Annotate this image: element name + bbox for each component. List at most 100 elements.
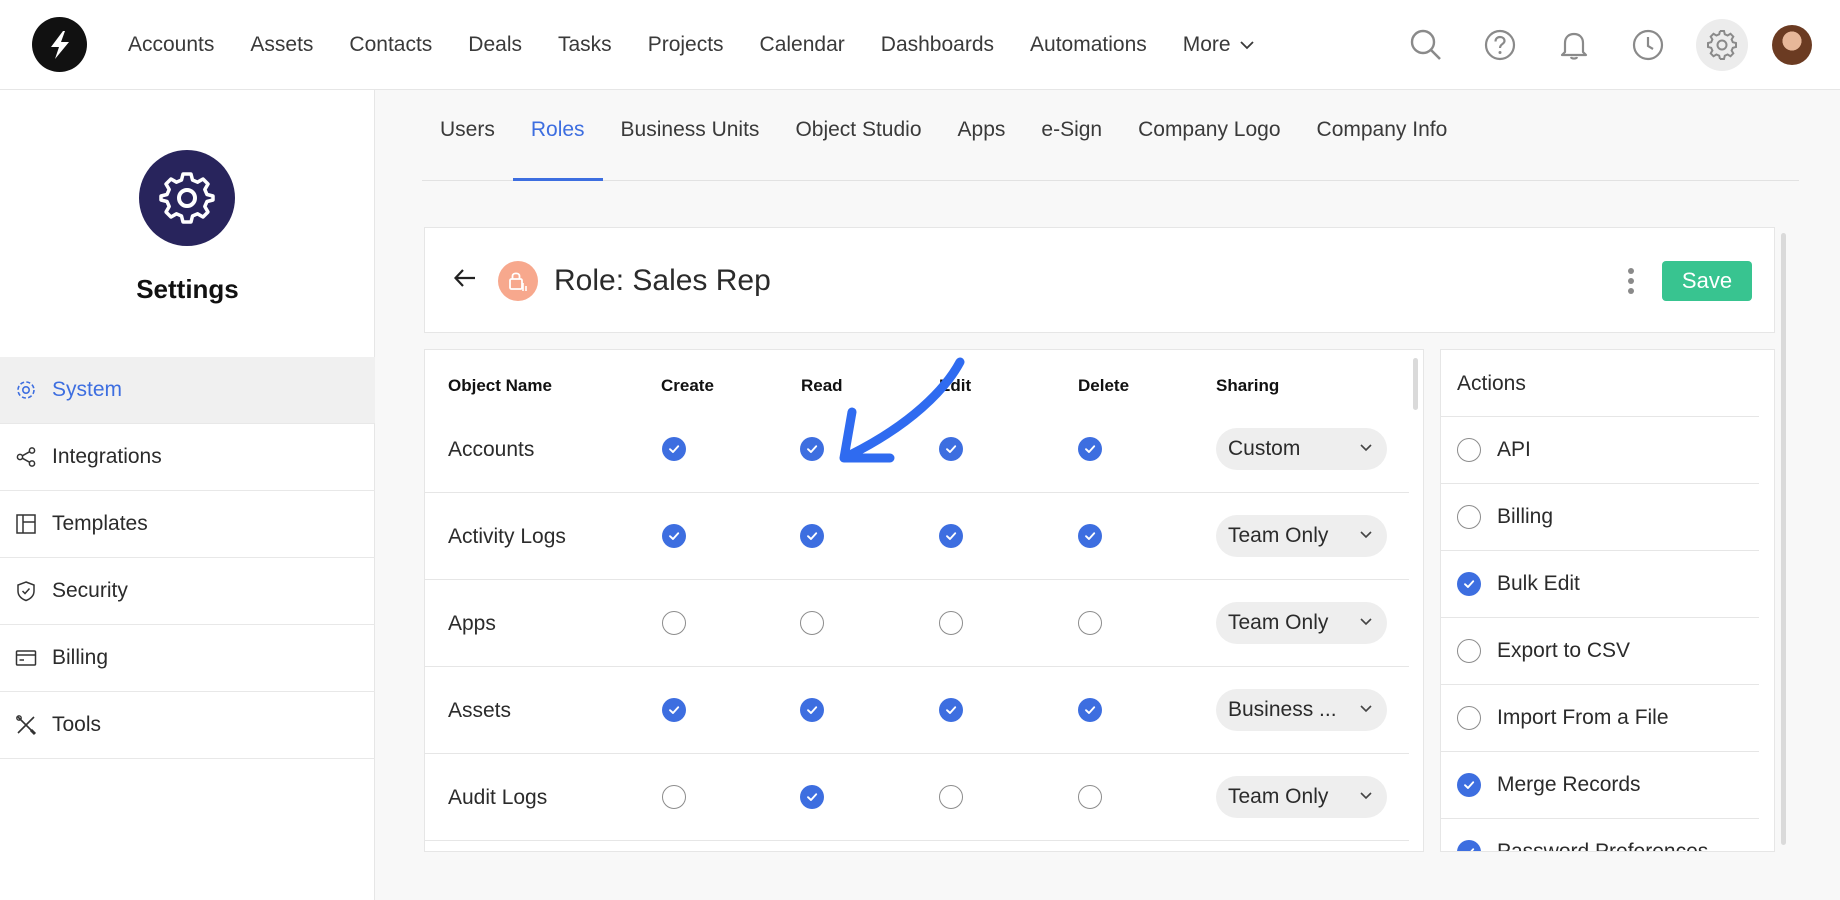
sidebar-item-system[interactable]: System: [0, 357, 375, 424]
search-icon: [1410, 29, 1441, 60]
table-row: Activity Logs Team Only: [425, 493, 1409, 580]
action-checkbox[interactable]: [1457, 438, 1481, 462]
action-checkbox[interactable]: [1457, 706, 1481, 730]
create-permission-checkbox[interactable]: [662, 785, 686, 809]
action-checkbox[interactable]: [1457, 505, 1481, 529]
sharing-select[interactable]: Team Only: [1216, 776, 1387, 818]
edit-permission-checkbox[interactable]: [939, 785, 963, 809]
tab-object-studio[interactable]: Object Studio: [777, 90, 939, 180]
sharing-select[interactable]: Custom: [1216, 428, 1387, 470]
user-avatar[interactable]: [1772, 25, 1812, 65]
gear-icon: [159, 172, 215, 224]
tab-e-sign[interactable]: e-Sign: [1023, 90, 1120, 180]
help-button[interactable]: [1474, 19, 1526, 71]
table-row: Accounts Custom: [425, 406, 1409, 493]
nav-more-menu[interactable]: More: [1183, 33, 1255, 57]
action-label: Merge Records: [1497, 773, 1641, 796]
sidebar-item-templates[interactable]: Templates: [0, 491, 375, 558]
gear-icon: [14, 378, 38, 402]
sidebar-item-label: Security: [52, 579, 128, 602]
chevron-down-icon: [1360, 444, 1372, 452]
read-permission-checkbox[interactable]: [800, 524, 824, 548]
action-item[interactable]: API: [1441, 416, 1759, 483]
delete-permission-checkbox[interactable]: [1078, 698, 1102, 722]
action-item[interactable]: Password Preferences: [1441, 818, 1759, 851]
read-permission-checkbox[interactable]: [800, 698, 824, 722]
sharing-select[interactable]: Team Only: [1216, 602, 1387, 644]
tab-users[interactable]: Users: [422, 90, 513, 180]
nav-projects[interactable]: Projects: [648, 33, 724, 57]
action-checkbox[interactable]: [1457, 572, 1481, 596]
tab-apps[interactable]: Apps: [940, 90, 1024, 180]
nav-accounts[interactable]: Accounts: [128, 33, 214, 57]
action-item[interactable]: Billing: [1441, 483, 1759, 550]
action-label: Bulk Edit: [1497, 572, 1580, 595]
edit-permission-checkbox[interactable]: [939, 437, 963, 461]
save-button[interactable]: Save: [1662, 261, 1752, 301]
delete-permission-checkbox[interactable]: [1078, 611, 1102, 635]
table-scrollbar[interactable]: [1413, 358, 1418, 410]
read-permission-checkbox[interactable]: [800, 611, 824, 635]
edit-permission-checkbox[interactable]: [939, 524, 963, 548]
read-permission-checkbox[interactable]: [800, 437, 824, 461]
sidebar-item-billing[interactable]: Billing: [0, 625, 375, 692]
page-scrollbar[interactable]: [1781, 233, 1786, 845]
history-button[interactable]: [1622, 19, 1674, 71]
back-button[interactable]: [453, 266, 477, 295]
sharing-select[interactable]: Business ...: [1216, 689, 1387, 731]
nav-deals[interactable]: Deals: [468, 33, 522, 57]
search-button[interactable]: [1400, 19, 1452, 71]
delete-permission-checkbox[interactable]: [1078, 437, 1102, 461]
read-permission-checkbox[interactable]: [800, 785, 824, 809]
object-name: Audit Logs: [448, 785, 548, 809]
edit-permission-checkbox[interactable]: [939, 698, 963, 722]
sharing-select[interactable]: Team Only: [1216, 515, 1387, 557]
create-permission-checkbox[interactable]: [662, 698, 686, 722]
edit-permission-checkbox[interactable]: [939, 611, 963, 635]
delete-permission-checkbox[interactable]: [1078, 524, 1102, 548]
sidebar-item-security[interactable]: Security: [0, 558, 375, 625]
action-label: Billing: [1497, 505, 1554, 528]
create-permission-checkbox[interactable]: [662, 437, 686, 461]
nav-calendar[interactable]: Calendar: [760, 33, 845, 57]
nav-contacts[interactable]: Contacts: [349, 33, 432, 57]
action-item[interactable]: Export to CSV: [1441, 617, 1759, 684]
actions-title: Actions: [1457, 372, 1526, 395]
col-create: Create: [661, 376, 714, 395]
tab-company-logo[interactable]: Company Logo: [1120, 90, 1298, 180]
action-checkbox[interactable]: [1457, 840, 1481, 851]
sidebar-item-integrations[interactable]: Integrations: [0, 424, 375, 491]
nav-assets[interactable]: Assets: [250, 33, 313, 57]
action-label: Export to CSV: [1497, 639, 1631, 662]
create-permission-checkbox[interactable]: [662, 524, 686, 548]
action-checkbox[interactable]: [1457, 773, 1481, 797]
nav-tasks[interactable]: Tasks: [558, 33, 612, 57]
lock-icon: [509, 272, 527, 291]
tab-company-info[interactable]: Company Info: [1299, 90, 1466, 180]
main-nav: Accounts Assets Contacts Deals Tasks Pro…: [128, 0, 1291, 90]
tab-roles[interactable]: Roles: [512, 90, 603, 181]
app-logo[interactable]: [32, 17, 87, 72]
sidebar-item-tools[interactable]: Tools: [0, 692, 375, 759]
tab-business-units[interactable]: Business Units: [603, 90, 778, 180]
action-item[interactable]: Bulk Edit: [1441, 550, 1759, 617]
action-item[interactable]: Import From a File: [1441, 684, 1759, 751]
sharing-value: Team Only: [1228, 785, 1329, 808]
card-icon: [14, 646, 38, 670]
delete-permission-checkbox[interactable]: [1078, 785, 1102, 809]
help-icon: [1484, 29, 1516, 61]
action-label: API: [1497, 438, 1531, 461]
nav-dashboards[interactable]: Dashboards: [881, 33, 994, 57]
action-label: Import From a File: [1497, 706, 1669, 729]
permissions-table: Object Name Create Read Edit Delete Shar…: [424, 349, 1424, 852]
create-permission-checkbox[interactable]: [662, 611, 686, 635]
table-row: Assets Business ...: [425, 667, 1409, 754]
nav-automations[interactable]: Automations: [1030, 33, 1147, 57]
notifications-button[interactable]: [1548, 19, 1600, 71]
settings-button[interactable]: [1696, 19, 1748, 71]
action-checkbox[interactable]: [1457, 639, 1481, 663]
top-icon-group: [1378, 0, 1812, 90]
action-item[interactable]: Merge Records: [1441, 751, 1759, 818]
actions-panel: Actions API Billing Bulk Edit Export to CSV…: [1440, 349, 1775, 852]
more-options-button[interactable]: [1627, 268, 1635, 294]
